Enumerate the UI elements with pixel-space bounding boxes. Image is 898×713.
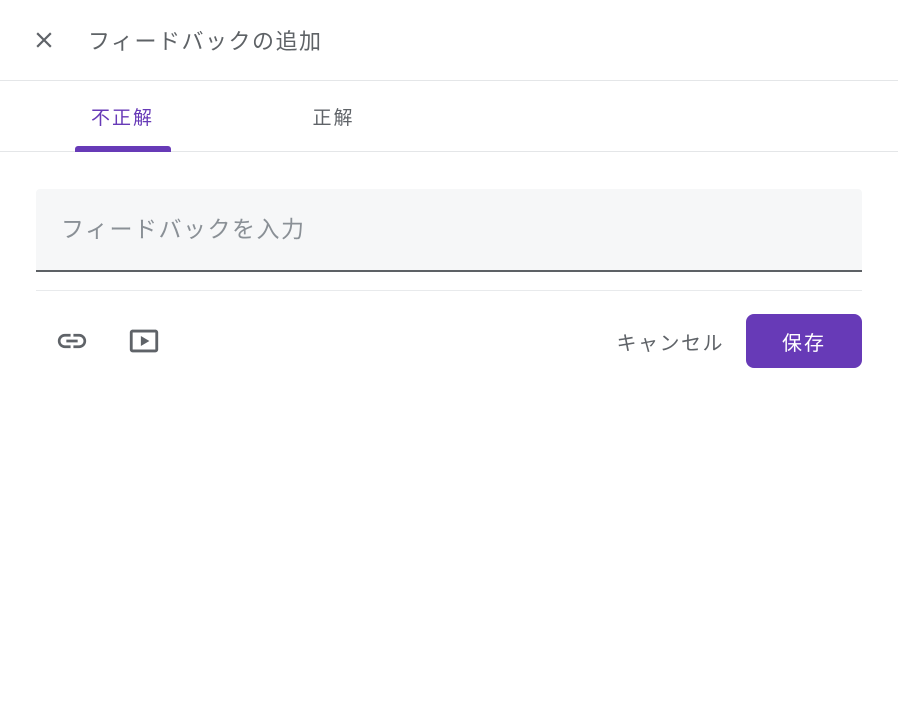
video-icon: [127, 324, 161, 358]
tab-correct-label: 正解: [312, 103, 354, 130]
feedback-field-wrap: [36, 189, 862, 272]
close-button[interactable]: [26, 22, 62, 58]
feedback-input[interactable]: [36, 189, 862, 272]
insert-video-button[interactable]: [123, 320, 165, 362]
tab-bar: 不正解 正解: [0, 81, 898, 152]
add-feedback-dialog: フィードバックの追加 不正解 正解: [0, 0, 898, 713]
dialog-content: キャンセル 保存: [0, 189, 898, 368]
dialog-header: フィードバックの追加: [0, 0, 898, 81]
save-button[interactable]: 保存: [746, 314, 862, 368]
close-icon: [31, 27, 57, 53]
dialog-title: フィードバックの追加: [88, 24, 323, 56]
insert-link-button[interactable]: [51, 320, 93, 362]
tab-incorrect-label: 不正解: [91, 103, 154, 130]
toolbar: キャンセル 保存: [36, 314, 862, 368]
link-icon: [55, 324, 89, 358]
tab-correct[interactable]: 正解: [228, 81, 439, 151]
tab-incorrect[interactable]: 不正解: [17, 81, 228, 151]
active-tab-indicator: [75, 146, 171, 152]
divider: [36, 290, 862, 291]
cancel-button[interactable]: キャンセル: [605, 317, 737, 366]
